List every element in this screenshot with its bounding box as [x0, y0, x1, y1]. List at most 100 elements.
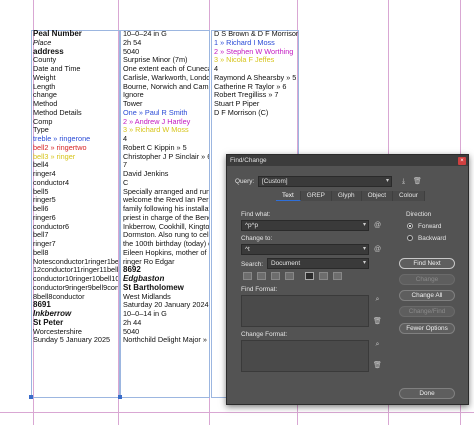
text-line: Stuart P Piper: [214, 100, 260, 108]
text-line: ringer6: [33, 213, 56, 222]
text-line: 1 » Richard I Moss: [214, 38, 275, 47]
text-line: St Bartholomew: [123, 283, 184, 292]
tab-glyph[interactable]: Glyph: [331, 191, 362, 201]
find-what-label: Find what:: [241, 211, 271, 218]
change-button[interactable]: Change: [399, 274, 455, 285]
find-what-input[interactable]: ^p^p ▾: [241, 220, 369, 231]
text-line: Peal Number: [33, 30, 82, 38]
text-line: Method: [33, 100, 58, 108]
text-line: Worcestershire: [33, 327, 82, 336]
text-line: 8692: [123, 266, 141, 275]
text-line: Type: [33, 126, 49, 135]
text-line: bell4: [33, 161, 49, 170]
change-to-value: ^t: [245, 246, 250, 253]
text-line: 10–0–24 in G: [123, 30, 167, 38]
frame-handle[interactable]: [29, 395, 33, 399]
special-characters-icon[interactable]: @: [373, 221, 382, 230]
include-locked-layers-icon[interactable]: [243, 272, 252, 280]
search-label: Search:: [241, 261, 264, 268]
direction-label: Direction: [406, 211, 432, 218]
direction-backward-label[interactable]: Backward: [418, 235, 446, 242]
done-button[interactable]: Done: [399, 388, 455, 399]
change-all-button[interactable]: Change All: [399, 290, 455, 301]
save-query-icon[interactable]: ⤓: [399, 177, 408, 186]
clear-attributes-icon[interactable]: 🗑: [373, 317, 382, 326]
text-line: Robert Tregilliss » 7: [214, 91, 279, 100]
query-select[interactable]: [Custom] ▾: [258, 176, 392, 187]
text-line: Catherine R Taylor » 6: [214, 82, 287, 91]
text-line: One extent each of Cunecastre,: [123, 65, 209, 73]
tab-text[interactable]: Text: [276, 191, 301, 201]
include-locked-stories-icon[interactable]: [257, 272, 266, 280]
text-line: bell6: [33, 205, 49, 213]
text-line: Weight: [33, 73, 56, 82]
text-line: conductor10ringer10bell10ringer10bell: [33, 275, 118, 283]
text-line: treble » ringerone: [33, 135, 91, 143]
text-line: David Jenkins: [123, 170, 169, 178]
close-button[interactable]: ×: [458, 157, 466, 165]
tab-grep[interactable]: GREP: [300, 191, 332, 201]
whole-word-icon[interactable]: [333, 272, 342, 280]
text-line: Ignore: [123, 91, 144, 100]
text-line: 4: [214, 65, 219, 73]
text-line: Saturday 20 January 2024: [123, 301, 209, 310]
tab-colour[interactable]: Colour: [393, 191, 425, 201]
text-line: Tower: [123, 100, 143, 108]
text-line: Carlisle, Warkworth, London,: [123, 73, 209, 82]
text-line: Northchild Delight Major » R: [123, 336, 209, 345]
frame-handle[interactable]: [118, 395, 122, 399]
text-column-2: 10–0–24 in G 2h 54 5040 Surprise Minor (7m)…: [123, 30, 209, 345]
text-line: Dormston. Also rung to celebrate: [123, 231, 209, 240]
search-scope-select[interactable]: Document ▾: [267, 258, 369, 269]
text-line: conductor9ringer9bell9conductor: [33, 283, 118, 292]
chevron-down-icon: ▾: [362, 260, 366, 266]
text-line: conductor6: [33, 222, 70, 231]
tab-bar: Text GREP Glyph Object Colour: [276, 191, 425, 201]
text-column-3: D S Brown & D F Morrison 1 » Richard I Mo…: [214, 30, 298, 118]
text-line: 12conductor11ringer11bell11notes: [33, 266, 118, 275]
text-column-1: Peal Number Place address County Date and Ti…: [33, 30, 118, 345]
text-line: Inkberrow: [33, 310, 72, 318]
text-line: bell2 » ringertwo: [33, 143, 87, 152]
text-line: Date and Time: [33, 65, 81, 73]
include-footnotes-icon[interactable]: [305, 272, 314, 280]
change-format-label: Change Format:: [241, 331, 288, 338]
text-line: Inkberrow, Cookhill, Kington and: [123, 222, 209, 231]
dialog-title[interactable]: Find/Change: [227, 155, 468, 166]
clear-attributes-icon[interactable]: 🗑: [373, 361, 382, 370]
specify-attributes-icon[interactable]: ⌕: [373, 340, 382, 349]
text-line: Robert C Kippin » 5: [123, 143, 187, 152]
change-to-label: Change to:: [241, 235, 273, 242]
include-master-pages-icon[interactable]: [285, 272, 294, 280]
bottom-guide: [0, 412, 474, 413]
include-hidden-layers-icon[interactable]: [271, 272, 280, 280]
text-line: D F Morrison (C): [214, 108, 269, 117]
direction-backward-radio[interactable]: [407, 235, 413, 241]
text-line: 2 » Stephen W Worthing: [214, 47, 294, 56]
fewer-options-button[interactable]: Fewer Options: [399, 323, 455, 334]
change-format-box[interactable]: [241, 340, 369, 372]
text-line: conductor4: [33, 178, 70, 187]
specify-attributes-icon[interactable]: ⌕: [373, 295, 382, 304]
text-line: West Midlands: [123, 292, 171, 301]
change-find-button[interactable]: Change/Find: [399, 306, 455, 317]
text-line: D S Brown & D F Morrison: [214, 30, 298, 38]
tab-object[interactable]: Object: [361, 191, 394, 201]
change-to-input[interactable]: ^t ▾: [241, 244, 369, 255]
text-line: 5040: [123, 327, 140, 336]
find-change-dialog: Find/Change × Query: [Custom] ▾ ⤓ 🗑 Text…: [226, 154, 469, 405]
direction-forward-radio[interactable]: [407, 223, 413, 229]
text-line: ringer4: [33, 170, 56, 178]
find-format-box[interactable]: [241, 295, 369, 327]
case-sensitive-icon[interactable]: [319, 272, 328, 280]
text-line: Comp: [33, 117, 53, 126]
text-line: the 100th birthday (today) of: [123, 240, 209, 248]
text-line: Eileen Hopkins, mother of local: [123, 248, 209, 257]
direction-forward-label[interactable]: Forward: [418, 223, 441, 230]
text-line: 7: [123, 161, 128, 170]
text-line: 2h 54: [123, 38, 142, 47]
special-characters-icon[interactable]: @: [373, 245, 382, 254]
delete-query-icon[interactable]: 🗑: [413, 177, 422, 186]
text-line: Specially arranged and rung to: [123, 187, 209, 196]
find-next-button[interactable]: Find Next: [399, 258, 455, 269]
